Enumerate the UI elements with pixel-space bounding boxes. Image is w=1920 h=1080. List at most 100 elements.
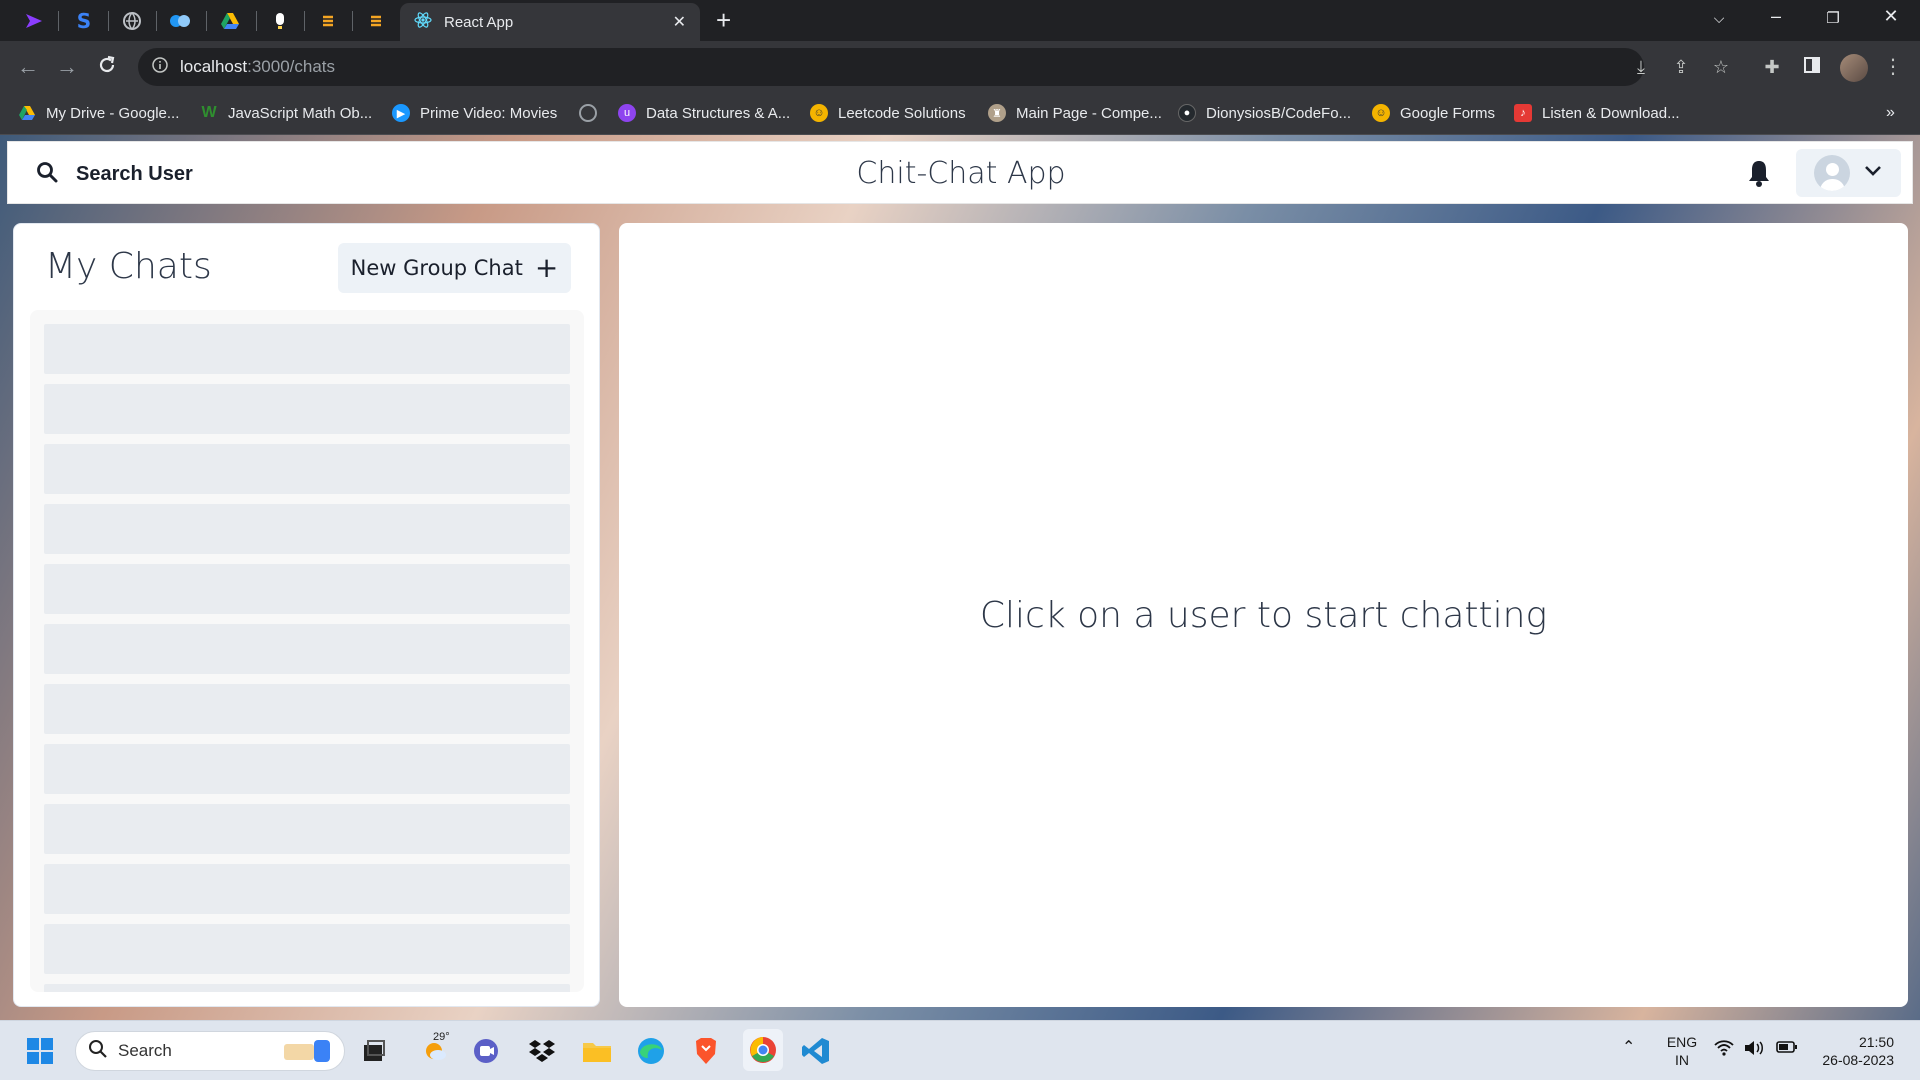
restore-icon[interactable]: ❐ — [1818, 9, 1848, 27]
chevron-down-icon — [1864, 164, 1882, 182]
chat-skeleton-row — [44, 444, 570, 494]
file-explorer-icon[interactable] — [579, 1033, 615, 1069]
side-panel-icon[interactable] — [1799, 57, 1825, 78]
extensions-puzzle-icon[interactable]: ✚ — [1759, 57, 1785, 78]
app-title: Chit-Chat App — [856, 156, 1066, 191]
url-text: localhost:3000/chats — [180, 57, 336, 76]
bookmark-star-icon[interactable]: ☆ — [1708, 57, 1734, 78]
volume-icon[interactable] — [1744, 1040, 1766, 1060]
forward-arrow-icon[interactable]: → — [53, 55, 81, 79]
bookmark-item[interactable]: ▶ Prime Video: Movies — [392, 104, 557, 122]
taskbar-search-box[interactable]: Search — [75, 1031, 345, 1071]
dropbox-icon[interactable] — [524, 1033, 560, 1069]
chat-skeleton-row — [44, 924, 570, 974]
github-icon: ● — [1178, 104, 1196, 122]
app-viewport: Search User Chit-Chat App My Chats New G… — [0, 135, 1920, 1020]
active-tab-title: React App — [444, 13, 514, 31]
tab-separator — [58, 11, 59, 31]
user-menu-button[interactable] — [1796, 149, 1901, 197]
tab-separator — [304, 11, 305, 31]
brave-browser-icon[interactable] — [688, 1033, 724, 1069]
active-tab[interactable]: React App ✕ — [400, 3, 700, 41]
drive-icon — [18, 104, 36, 122]
chat-skeleton-row — [44, 504, 570, 554]
search-icon — [88, 1039, 108, 1064]
browser-profile-avatar[interactable] — [1840, 54, 1868, 82]
task-view-icon[interactable] — [356, 1033, 392, 1069]
plus-icon: + — [534, 251, 559, 284]
chat-skeleton-row — [44, 624, 570, 674]
weather-temp: 29° — [433, 1031, 450, 1043]
emoji-icon: ☺ — [810, 104, 828, 122]
bookmark-item[interactable]: u Data Structures & A... — [618, 104, 790, 122]
pinned-tab-prime-icon[interactable] — [12, 4, 56, 38]
vscode-icon[interactable] — [798, 1033, 834, 1069]
bookmark-item[interactable]: ♪ Listen & Download... — [1514, 104, 1680, 122]
windows-taskbar: Search 29° ⌃ ENG IN 21:50 26-08-2023 — [0, 1020, 1920, 1080]
teams-chat-icon[interactable] — [468, 1033, 504, 1069]
edge-browser-icon[interactable] — [633, 1033, 669, 1069]
bookmark-item[interactable]: ☺ Google Forms — [1372, 104, 1495, 122]
back-arrow-icon[interactable]: ← — [14, 55, 42, 79]
chat-skeleton-row — [44, 324, 570, 374]
globe-icon — [579, 104, 597, 122]
install-icon[interactable]: ⤓ — [1628, 57, 1654, 78]
avatar — [1814, 155, 1850, 191]
share-icon[interactable]: ⇪ — [1668, 57, 1694, 78]
weather-icon[interactable]: 29° — [412, 1031, 458, 1069]
notification-bell-icon[interactable] — [1746, 158, 1774, 188]
react-icon — [414, 11, 432, 34]
new-tab-button[interactable]: + — [716, 7, 731, 33]
my-chats-heading: My Chats — [45, 246, 212, 287]
pinned-tab-drive-icon[interactable] — [208, 4, 252, 38]
tab-separator — [256, 11, 257, 31]
pinned-tab-leetcode-icon[interactable] — [306, 4, 350, 38]
kebab-menu-icon[interactable]: ⋮ — [1880, 54, 1906, 79]
tab-search-chevron-icon[interactable]: ⌵ — [1704, 10, 1734, 27]
address-bar[interactable]: localhost:3000/chats — [138, 48, 1644, 86]
wifi-icon[interactable] — [1714, 1040, 1734, 1060]
course-icon: u — [618, 104, 636, 122]
more-bookmarks-icon[interactable]: » — [1886, 104, 1895, 122]
tab-separator — [352, 11, 353, 31]
bookmarks-bar: My Drive - Google... W JavaScript Math Ob… — [0, 94, 1920, 135]
bookmark-item[interactable]: My Drive - Google... — [18, 104, 179, 122]
play-icon: ▶ — [392, 104, 410, 122]
window-close-icon[interactable]: ✕ — [1876, 6, 1906, 27]
bookmark-item[interactable]: ● DionysiosB/CodeFo... — [1178, 104, 1351, 122]
new-group-chat-button[interactable]: New Group Chat + — [338, 243, 571, 293]
tray-chevron-up-icon[interactable]: ⌃ — [1622, 1039, 1635, 1057]
reload-icon[interactable] — [93, 55, 121, 80]
emoji-icon: ☺ — [1372, 104, 1390, 122]
info-icon[interactable] — [152, 56, 168, 78]
chat-skeleton-row — [44, 864, 570, 914]
close-tab-icon[interactable]: ✕ — [673, 12, 686, 32]
search-highlight-icon — [278, 1034, 334, 1069]
pinned-tab-meet-icon[interactable] — [158, 4, 202, 38]
browser-tab-strip: S React App ✕ + ⌵ – ❐ ✕ — [0, 0, 1920, 41]
chrome-browser-icon[interactable] — [743, 1029, 783, 1071]
tab-separator — [206, 11, 207, 31]
pinned-tab-s-icon[interactable]: S — [62, 4, 106, 38]
clock[interactable]: 21:50 26-08-2023 — [1808, 1033, 1894, 1069]
input-language-indicator[interactable]: ENG IN — [1666, 1033, 1698, 1069]
pinned-tab-globe-icon[interactable] — [110, 4, 154, 38]
chat-skeleton-row — [44, 744, 570, 794]
my-chats-panel: My Chats New Group Chat + — [13, 223, 600, 1007]
app-header: Search User Chit-Chat App — [7, 141, 1913, 204]
bookmark-item[interactable] — [579, 104, 607, 122]
chat-box: Click on a user to start chatting — [619, 223, 1908, 1007]
chat-skeleton-row — [44, 684, 570, 734]
bookmark-item[interactable]: W JavaScript Math Ob... — [200, 104, 372, 122]
browser-toolbar: ← → localhost:3000/chats ⤓ ⇪ ☆ ✚ ⋮ — [0, 41, 1920, 94]
empty-chat-hint: Click on a user to start chatting — [979, 594, 1548, 636]
bookmark-item[interactable]: ♜ Main Page - Compe... — [988, 104, 1162, 122]
pinned-tab-alert-icon[interactable] — [258, 4, 302, 38]
bookmark-item[interactable]: ☺ Leetcode Solutions — [810, 104, 966, 122]
pinned-tab-leetcode-icon[interactable] — [354, 4, 398, 38]
minimize-icon[interactable]: – — [1761, 6, 1791, 27]
battery-icon[interactable] — [1776, 1040, 1798, 1058]
chat-skeleton-row — [44, 564, 570, 614]
windows-start-icon[interactable] — [22, 1033, 58, 1069]
tab-separator — [108, 11, 109, 31]
